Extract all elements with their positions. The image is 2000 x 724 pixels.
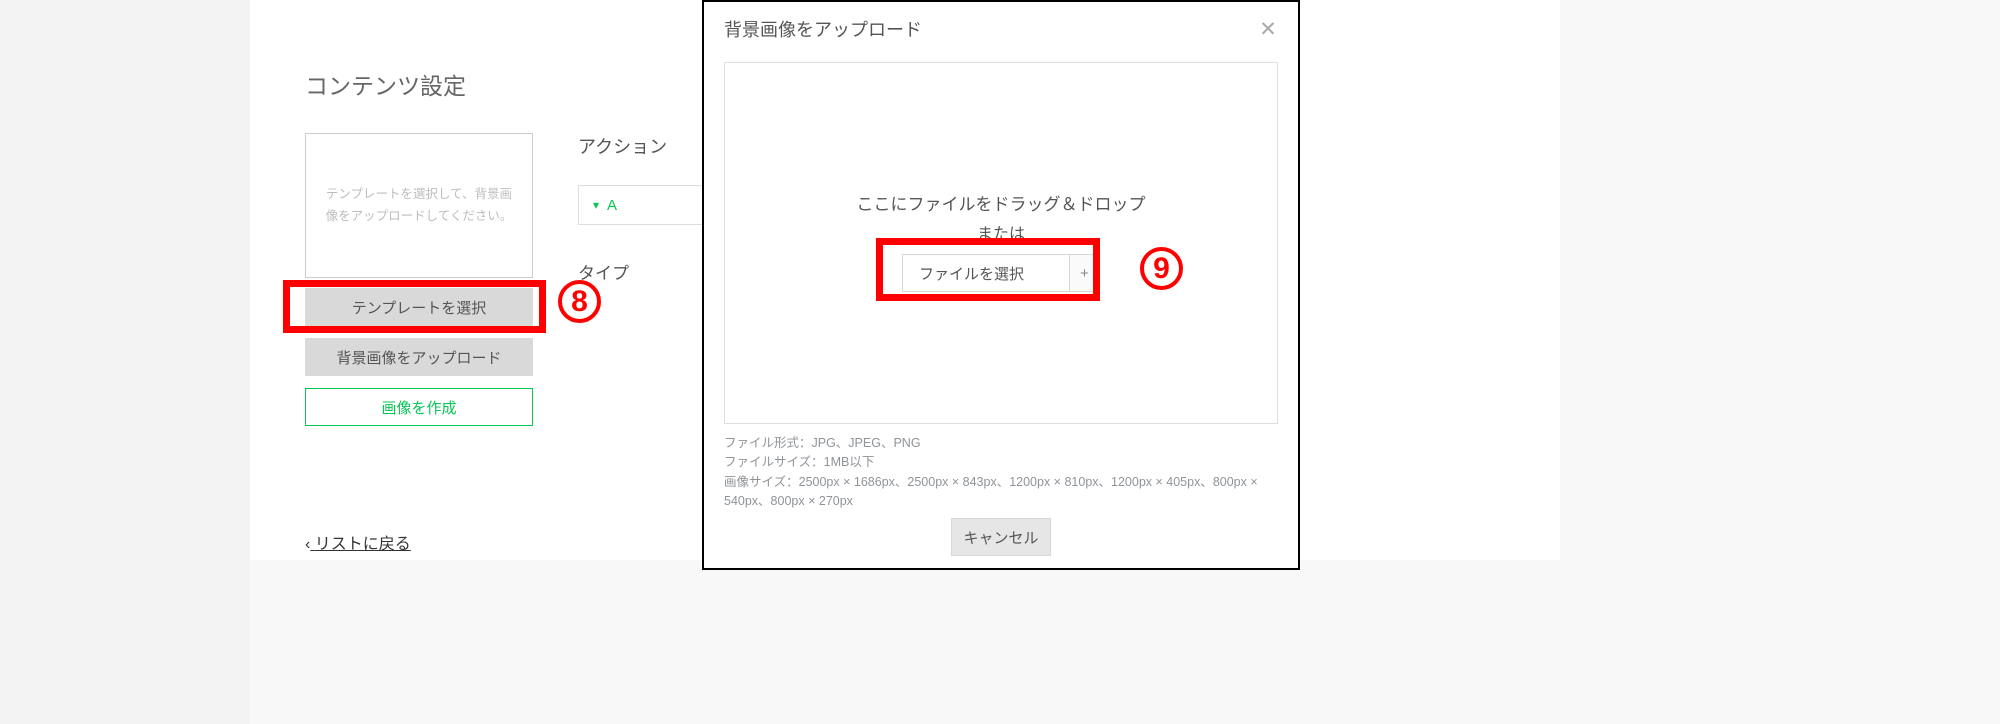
file-drop-area[interactable]: ここにファイルをドラッグ＆ドロップ または ファイルを選択 + — [724, 62, 1278, 424]
back-link-text: リストに戻る — [315, 536, 411, 553]
sidebar-strip — [0, 0, 250, 724]
cancel-button[interactable]: キャンセル — [951, 518, 1051, 556]
file-select-button[interactable]: ファイルを選択 — [902, 254, 1070, 292]
file-hints: ファイル形式：JPG、JPEG、PNG ファイルサイズ：1MB以下 画像サイズ：… — [724, 434, 1278, 512]
or-text: または — [977, 220, 1025, 244]
action-value: A — [607, 197, 617, 214]
template-preview-placeholder: テンプレートを選択して、背景画像をアップロードしてください。 — [305, 133, 533, 278]
upload-background-modal: 背景画像をアップロード ✕ ここにファイルをドラッグ＆ドロップ または ファイル… — [702, 0, 1300, 570]
hint-format: ファイル形式：JPG、JPEG、PNG — [724, 434, 1278, 453]
file-add-button[interactable]: + — [1070, 254, 1100, 292]
annotation-number-8: 8 — [558, 280, 601, 323]
modal-title: 背景画像をアップロード — [724, 16, 922, 42]
select-template-button[interactable]: テンプレートを選択 — [305, 288, 533, 326]
drag-drop-text: ここにファイルをドラッグ＆ドロップ — [857, 194, 1146, 217]
chevron-down-icon: ▾ — [593, 198, 599, 212]
back-to-list-link[interactable]: ‹ リストに戻る — [305, 530, 411, 554]
close-icon[interactable]: ✕ — [1258, 19, 1278, 39]
upload-background-button[interactable]: 背景画像をアップロード — [305, 338, 533, 376]
create-image-button[interactable]: 画像を作成 — [305, 388, 533, 426]
annotation-number-9: 9 — [1140, 247, 1183, 290]
hint-dimensions: 画像サイズ：2500px × 1686px、2500px × 843px、120… — [724, 473, 1278, 512]
hint-size: ファイルサイズ：1MB以下 — [724, 453, 1278, 472]
chevron-left-icon: ‹ — [305, 536, 310, 554]
